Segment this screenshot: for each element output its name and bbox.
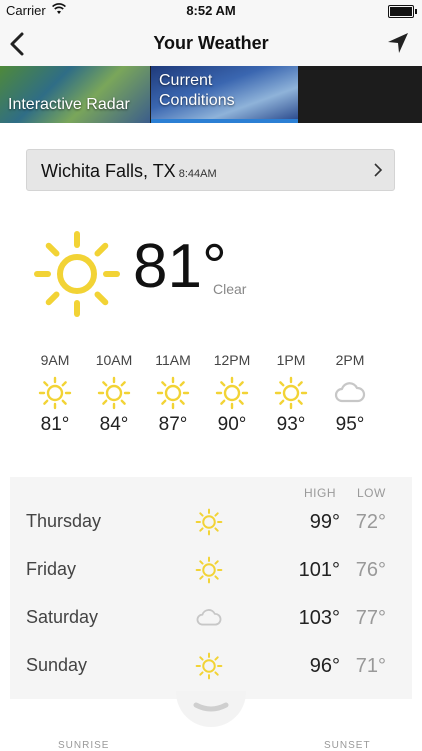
hour-time: 2PM <box>335 352 365 368</box>
day-name: Saturday <box>26 607 99 627</box>
current-conditions: 81° Clear <box>0 225 422 325</box>
sunrise-label: SUNRISE <box>58 740 110 751</box>
tab-radar-label: Interactive Radar <box>8 96 130 113</box>
hourly-item: 2PM 95° <box>320 352 380 436</box>
tab-conditions-label-line1: Current <box>159 72 213 89</box>
high-header: HIGH <box>304 486 336 500</box>
day-low: 71° <box>355 655 386 677</box>
view-tabs: Interactive Radar Current Conditions <box>0 66 422 123</box>
location-arrow-icon[interactable] <box>386 31 410 55</box>
hour-time: 12PM <box>213 352 251 368</box>
tab-conditions-label-line2: Conditions <box>159 92 235 109</box>
sun-icon <box>215 376 249 410</box>
hour-time: 10AM <box>95 352 133 368</box>
day-name: Friday <box>26 559 77 579</box>
hour-temp: 81° <box>40 414 70 435</box>
day-high: 103° <box>298 607 340 629</box>
sun-icon <box>156 376 190 410</box>
chevron-down-icon <box>193 702 229 712</box>
day-low: 76° <box>355 559 386 581</box>
hourly-item: 11AM 87° <box>143 352 203 436</box>
location-city: Wichita Falls, TX <box>41 161 176 181</box>
location-local-time: 8:44AM <box>178 168 217 180</box>
daily-row: Friday 101° 76° <box>10 547 412 595</box>
hour-temp: 84° <box>99 414 129 435</box>
daily-row: Thursday 99° 72° <box>10 499 412 547</box>
drawer-handle[interactable] <box>176 691 246 727</box>
page-title: Your Weather <box>153 33 269 53</box>
day-name: Thursday <box>26 511 102 531</box>
day-low: 72° <box>355 511 386 533</box>
hour-temp: 87° <box>158 414 188 435</box>
battery-icon <box>388 5 417 18</box>
hourly-forecast[interactable]: 9AM 81° 10AM 84° 11AM 87° 12PM 90° 1PM 9… <box>0 352 422 457</box>
nav-bar: Your Weather <box>0 22 422 67</box>
sun-icon <box>195 652 223 680</box>
hour-temp: 95° <box>335 414 365 435</box>
sun-icon <box>195 556 223 584</box>
cloud-icon <box>333 376 367 410</box>
sun-icon <box>97 376 131 410</box>
tab-current-conditions[interactable]: Current Conditions <box>151 66 298 123</box>
day-low: 77° <box>355 607 386 629</box>
hour-time: 9AM <box>40 352 70 368</box>
current-condition: Clear <box>213 281 247 297</box>
hourly-item: 9AM 81° <box>25 352 85 436</box>
daily-row: Sunday 96° 71° <box>10 643 412 691</box>
location-selector[interactable]: Wichita Falls, TX 8:44AM <box>26 149 395 191</box>
daily-row: Saturday 103° 77° <box>10 595 412 643</box>
day-high: 101° <box>298 559 340 581</box>
sun-icon <box>38 376 72 410</box>
hour-temp: 90° <box>217 414 247 435</box>
hourly-item: 1PM 93° <box>261 352 321 436</box>
sun-icon <box>34 231 120 317</box>
tab-interactive-radar[interactable]: Interactive Radar <box>0 66 150 123</box>
chevron-right-icon <box>374 163 383 177</box>
day-high: 96° <box>309 655 340 677</box>
hour-time: 1PM <box>276 352 306 368</box>
hourly-item: 10AM 84° <box>84 352 144 436</box>
cloud-icon <box>195 604 223 632</box>
status-bar: Carrier 8:52 AM <box>0 0 422 22</box>
sunset-label: SUNSET <box>324 740 371 751</box>
daily-forecast: HIGH LOW Thursday 99° 72° Friday 101° 76… <box>10 477 412 699</box>
hour-time: 11AM <box>155 352 191 368</box>
hour-temp: 93° <box>276 414 306 435</box>
sun-icon <box>195 508 223 536</box>
day-name: Sunday <box>26 655 88 675</box>
sun-icon <box>274 376 308 410</box>
low-header: LOW <box>357 486 386 500</box>
hourly-item: 12PM 90° <box>202 352 262 436</box>
clock: 8:52 AM <box>186 3 236 18</box>
day-high: 99° <box>309 511 340 533</box>
